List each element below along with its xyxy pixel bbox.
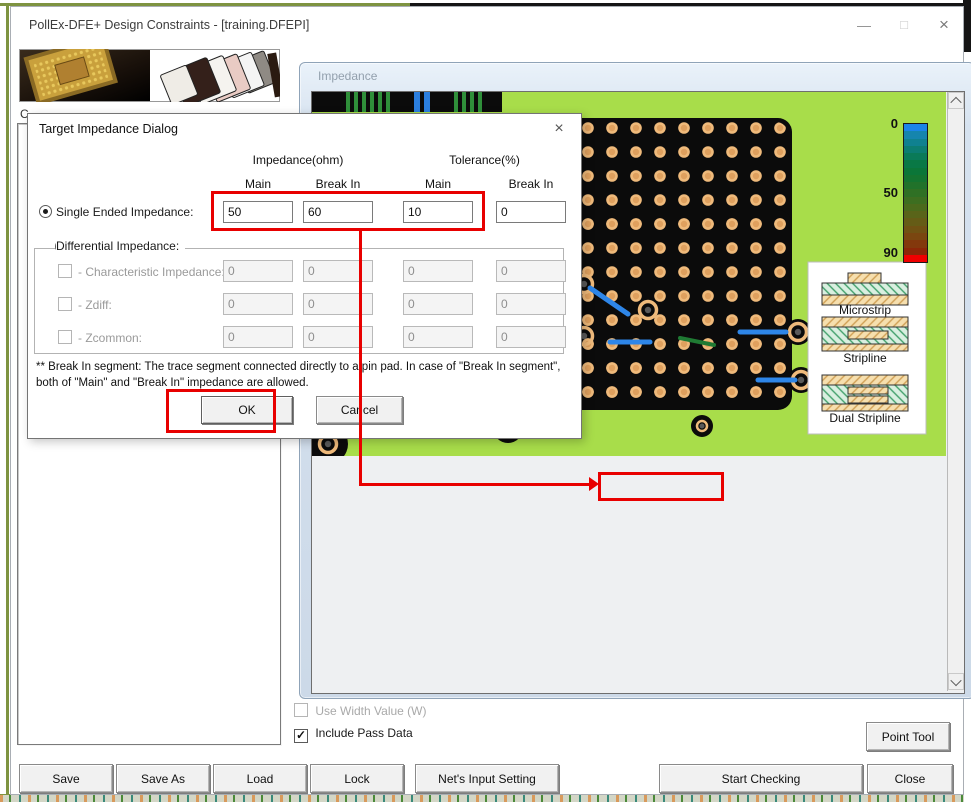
zdiff-impedance-breakin-input[interactable] [303,293,373,315]
load-button[interactable]: Load [213,764,307,793]
save-button[interactable]: Save [19,764,113,793]
dialog-title: Target Impedance Dialog [39,122,178,136]
differential-label: Differential Impedance: [56,239,185,253]
impedance-color-scale [903,123,928,263]
target-impedance-dialog: Target Impedance Dialog × Impedance(ohm)… [27,113,582,439]
annotation-box-target-impedance [598,472,724,501]
breakin-subheader-2: Break In [496,177,566,191]
char-tolerance-main-input[interactable] [403,260,473,282]
zcommon-label: - Zcommon: [78,331,142,345]
background-app-right-edge [963,0,971,52]
breakin-note: ** Break In segment: The trace segment c… [36,359,566,391]
annotation-box-ok-button [166,389,276,433]
impedance-panel-label: Impedance [318,69,377,83]
scale-label-0: 0 [876,116,898,131]
annotation-vertical-line [359,228,362,485]
scale-color-block [904,255,927,262]
lock-button[interactable]: Lock [310,764,404,793]
scale-color-block [904,211,927,218]
scale-color-block [904,197,927,204]
scale-color-block [904,160,927,167]
scale-label-90: 90 [876,245,898,260]
scale-color-block [904,240,927,247]
microstrip-label: Microstrip [839,303,891,317]
nets-input-setting-button[interactable]: Net's Input Setting [415,764,559,793]
characteristic-impedance-label: - Characteristic Impedance: [78,265,225,279]
zdiff-label: - Zdiff: [78,298,112,312]
save-as-button[interactable]: Save As [116,764,210,793]
chevron-up-icon [950,96,961,107]
close-icon[interactable]: × [929,14,959,36]
scale-color-block [904,146,927,153]
dialog-close-icon[interactable]: × [546,119,572,139]
background-pcb-bottom-sliver [0,794,964,802]
title-bar: PollEx-DFE+ Design Constraints - [traini… [11,7,963,43]
use-width-value-checkbox[interactable] [294,703,308,717]
scale-color-block [904,233,927,240]
char-impedance-breakin-input[interactable] [303,260,373,282]
char-impedance-main-input[interactable] [223,260,293,282]
main-subheader-2: Main [403,177,473,191]
scale-color-block [904,204,927,211]
scale-color-block [904,124,927,131]
single-ended-breakin-tolerance-input[interactable] [496,201,566,223]
single-ended-radio[interactable] [39,205,52,218]
include-pass-data-checkbox[interactable]: ✓ [294,729,308,743]
main-subheader-1: Main [223,177,293,191]
close-button[interactable]: Close [867,764,953,793]
scale-color-block [904,248,927,255]
vertical-scrollbar[interactable] [947,92,964,691]
annotation-box-impedance-fields [211,191,485,231]
dual-stripline-label: Dual Stripline [829,411,901,425]
scale-color-block [904,218,927,225]
zcommon-tolerance-main-input[interactable] [403,326,473,348]
scale-color-block [904,131,927,138]
start-checking-button[interactable]: Start Checking [659,764,863,793]
include-pass-data-label: Include Pass Data [315,726,412,740]
char-tolerance-breakin-input[interactable] [496,260,566,282]
maximize-icon[interactable]: □ [889,14,919,36]
scale-label-50: 50 [876,185,898,200]
scroll-up-button[interactable] [948,92,964,109]
stripline-label: Stripline [843,351,887,365]
breakin-subheader-1: Break In [303,177,373,191]
scale-color-block [904,182,927,189]
zdiff-impedance-main-input[interactable] [223,293,293,315]
point-tool-button[interactable]: Point Tool [866,722,950,751]
scale-color-block [904,226,927,233]
characteristic-impedance-checkbox[interactable] [58,264,72,278]
use-width-value-option[interactable]: Use Width Value (W) [294,703,426,720]
tolerance-header: Tolerance(%) [403,153,566,167]
scale-color-block [904,189,927,196]
scale-color-block [904,139,927,146]
zcommon-checkbox[interactable] [58,330,72,344]
annotation-horizontal-line [359,483,590,486]
include-pass-data-option[interactable]: ✓ Include Pass Data [294,728,413,743]
scale-color-block [904,153,927,160]
background-app-left-edge [6,4,9,794]
zcommon-impedance-breakin-input[interactable] [303,326,373,348]
window-title: PollEx-DFE+ Design Constraints - [traini… [29,18,309,32]
scale-color-block [904,175,927,182]
zdiff-checkbox[interactable] [58,297,72,311]
use-width-value-label: Use Width Value (W) [315,704,426,718]
chevron-down-icon [950,674,961,685]
single-ended-label: Single Ended Impedance: [56,205,193,219]
scale-color-block [904,168,927,175]
impedance-ohm-header: Impedance(ohm) [223,153,373,167]
minimize-icon[interactable]: — [849,14,879,36]
scroll-down-button[interactable] [948,673,964,690]
zdiff-tolerance-main-input[interactable] [403,293,473,315]
zcommon-tolerance-breakin-input[interactable] [496,326,566,348]
zdiff-tolerance-breakin-input[interactable] [496,293,566,315]
header-thumbnail-images [19,49,280,102]
zcommon-impedance-main-input[interactable] [223,326,293,348]
